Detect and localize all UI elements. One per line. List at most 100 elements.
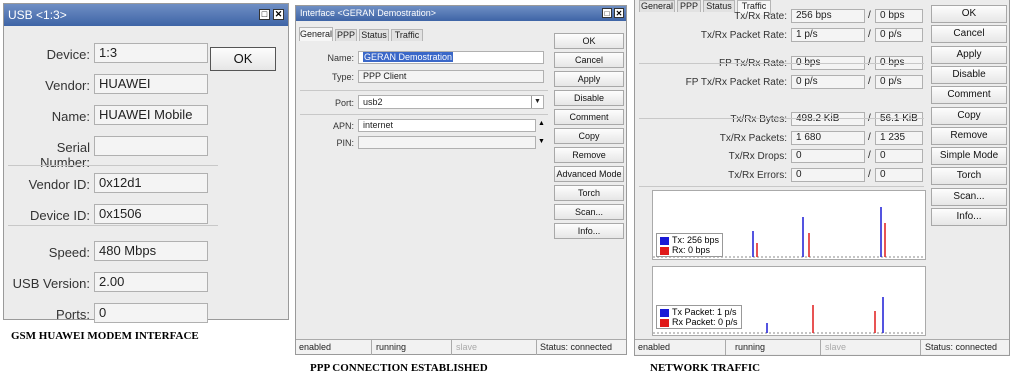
scan-button[interactable]: Scan...: [554, 204, 624, 220]
apply-button[interactable]: Apply: [554, 71, 624, 87]
disable-button[interactable]: Disable: [554, 90, 624, 106]
torch-button[interactable]: Torch: [554, 185, 624, 201]
usb-field-value: 0: [94, 303, 208, 323]
traffic-row-slash: /: [868, 132, 871, 143]
expand-arrow-icon[interactable]: ▼: [538, 138, 545, 145]
traffic-row-slash: /: [868, 10, 871, 21]
status-enabled: enabled: [299, 342, 332, 352]
ok-button[interactable]: OK: [931, 5, 1007, 23]
traffic-separator-2: [639, 118, 924, 119]
usb-separator-1: [8, 165, 218, 166]
traffic-row-slash: /: [868, 76, 871, 87]
ppp-type-field: PPP Client: [358, 70, 544, 83]
usb-field-label: Device:: [46, 47, 90, 62]
usb-titlebar[interactable]: USB <1:3> □ ✕: [4, 4, 288, 26]
tx-color-swatch: [660, 236, 669, 245]
comment-button[interactable]: Comment: [554, 109, 624, 125]
usb-field-label: Vendor:: [45, 78, 90, 93]
disable-button[interactable]: Disable: [931, 65, 1007, 84]
tab-ppp[interactable]: PPP: [335, 29, 357, 41]
usb-caption: GSM HUAWEI MODEM INTERFACE: [11, 330, 199, 342]
info-button[interactable]: Info...: [931, 208, 1007, 226]
ppp-apn-field[interactable]: internet: [358, 119, 536, 132]
usb-field-label: USB Version:: [12, 276, 90, 291]
close-icon[interactable]: ✕: [614, 8, 624, 18]
remove-button[interactable]: Remove: [931, 126, 1007, 145]
traffic-row-label: Tx/Rx Errors:: [728, 170, 787, 181]
usb-window: USB <1:3> □ ✕ Device: 1:3 Vendor: HUAWEI Nam…: [3, 3, 289, 323]
remove-button[interactable]: Remove: [554, 147, 624, 163]
traffic-row-label: FP Tx/Rx Packet Rate:: [685, 77, 787, 88]
usb-field-value: 480 Mbps: [94, 241, 208, 261]
traffic-row-tx: 498.2 KiB: [791, 112, 865, 126]
close-icon[interactable]: ✕: [273, 9, 284, 20]
traffic-row-tx: 0: [791, 168, 865, 182]
usb-field-value: 0x12d1: [94, 173, 208, 193]
traffic-row-tx: 0 p/s: [791, 75, 865, 89]
usb-field-value: 2.00: [94, 272, 208, 292]
usb-field-value: 0x1506: [94, 204, 208, 224]
rate-legend: Tx: 256 bps Rx: 0 bps: [656, 233, 724, 257]
collapse-arrow-icon[interactable]: ▲: [538, 120, 545, 127]
dropdown-arrow-icon[interactable]: ▼: [531, 96, 543, 108]
ppp-titlebar[interactable]: Interface <GERAN Demostration> □ ✕: [296, 6, 626, 21]
rx-color-swatch: [660, 246, 669, 255]
traffic-row-label: Tx/Rx Rate:: [734, 11, 787, 22]
cancel-button[interactable]: Cancel: [554, 52, 624, 68]
apply-button[interactable]: Apply: [931, 45, 1007, 64]
status-running: running: [376, 342, 407, 352]
traffic-row-rx: 0 p/s: [875, 75, 923, 89]
traffic-row-tx: 1 680: [791, 131, 865, 145]
usb-window-title: USB <1:3>: [8, 8, 67, 22]
copy-button[interactable]: Copy: [554, 128, 624, 144]
ppp-window-title: Interface <GERAN Demostration>: [300, 8, 437, 18]
traffic-row-label: Tx/Rx Bytes:: [730, 114, 787, 125]
usb-field-label: Vendor ID:: [28, 177, 90, 192]
status-running: running: [735, 342, 766, 352]
ppp-status-bar: enabled running slave Status: connected: [296, 339, 626, 355]
traffic-caption: NETWORK TRAFFIC: [650, 362, 761, 374]
ppp-port-label: Port:: [334, 98, 354, 108]
comment-button[interactable]: Comment: [931, 86, 1007, 105]
traffic-status-bar: enabled running slave Status: connected: [635, 339, 1009, 355]
maximize-icon[interactable]: □: [602, 8, 612, 18]
rate-legend-tx: Tx: 256 bps: [672, 235, 720, 245]
usb-field-label: Name:: [51, 109, 90, 124]
ok-button[interactable]: OK: [554, 33, 624, 49]
rate-legend-rx: Rx: 0 bps: [672, 245, 711, 255]
traffic-separator-3: [639, 186, 924, 187]
torch-button[interactable]: Torch: [931, 167, 1007, 186]
status-slave: slave: [825, 342, 847, 352]
traffic-row-rx: 1 235: [875, 131, 923, 145]
ppp-apn-label: APN:: [332, 121, 354, 131]
ppp-port-select[interactable]: usb2 ▼: [358, 95, 544, 109]
tx-color-swatch: [660, 308, 669, 317]
rate-graph: Tx: 256 bps Rx: 0 bps: [652, 190, 926, 260]
traffic-row-slash: /: [868, 29, 871, 40]
traffic-row-rx: 0: [875, 168, 923, 182]
tab-general[interactable]: General: [299, 27, 333, 41]
advanced-mode-button[interactable]: Advanced Mode: [554, 166, 624, 182]
copy-button[interactable]: Copy: [931, 106, 1007, 125]
ppp-pin-field[interactable]: [358, 136, 536, 149]
info-button[interactable]: Info...: [554, 223, 624, 239]
usb-field-value: HUAWEI: [94, 74, 208, 94]
ppp-name-label: Name:: [327, 53, 354, 63]
ppp-name-value: GERAN Demostration: [363, 52, 454, 62]
status-enabled: enabled: [638, 342, 671, 352]
maximize-icon[interactable]: □: [259, 9, 270, 20]
tab-status[interactable]: Status: [359, 29, 389, 41]
status-slave: slave: [456, 342, 478, 352]
tab-traffic[interactable]: Traffic: [391, 29, 423, 41]
traffic-row-rx: 56.1 KiB: [875, 112, 923, 126]
ppp-window: Interface <GERAN Demostration> □ ✕ Gener…: [295, 5, 627, 355]
usb-field-label: Device ID:: [30, 208, 90, 223]
cancel-button[interactable]: Cancel: [931, 25, 1007, 44]
ppp-name-field[interactable]: GERAN Demostration: [358, 51, 544, 64]
simple-mode-button[interactable]: Simple Mode: [931, 147, 1007, 166]
scan-button[interactable]: Scan...: [931, 187, 1007, 206]
packet-legend-tx: Tx Packet: 1 p/s: [672, 307, 737, 317]
usb-ok-button[interactable]: OK: [210, 47, 276, 71]
packet-graph: Tx Packet: 1 p/s Rx Packet: 0 p/s: [652, 266, 926, 336]
ppp-port-value: usb2: [363, 97, 383, 107]
